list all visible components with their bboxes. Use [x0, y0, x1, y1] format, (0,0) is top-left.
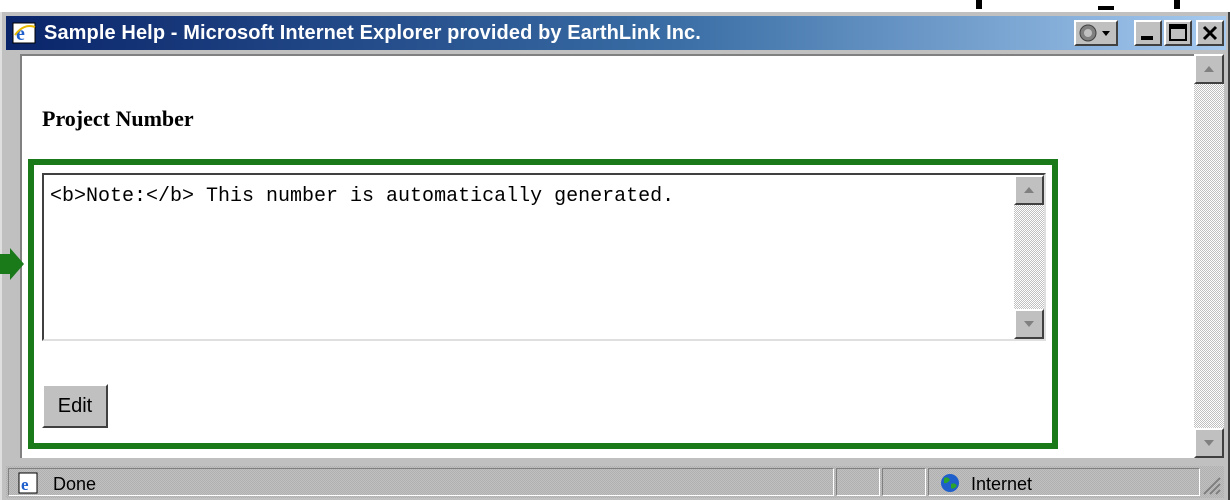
page-scroll-down-button[interactable] [1194, 428, 1224, 458]
textarea-scroll-down-button[interactable] [1014, 309, 1044, 339]
textarea-value: <b>Note:</b> This number is automaticall… [50, 185, 675, 208]
page-scroll-up-button[interactable] [1194, 54, 1224, 84]
browser-window: e Sample Help - Microsoft Internet Explo… [0, 12, 1230, 500]
scroll-down-icon [1024, 321, 1034, 327]
scroll-up-icon [1204, 66, 1214, 72]
textarea-scrollbar[interactable] [1014, 175, 1044, 339]
crop-mark [1098, 6, 1114, 10]
page-content: Project Number <b>Note:</b> This number … [20, 54, 1194, 458]
textarea-scroll-up-button[interactable] [1014, 175, 1044, 205]
title-bar[interactable]: e Sample Help - Microsoft Internet Explo… [6, 16, 1226, 50]
minimize-button[interactable] [1134, 20, 1162, 46]
pointer-arrow-icon [0, 248, 24, 280]
maximize-button[interactable] [1164, 20, 1192, 46]
status-panel-empty [836, 468, 880, 496]
nav-button[interactable] [1074, 20, 1118, 46]
status-panel: e Done [8, 468, 834, 496]
status-text: Done [53, 474, 97, 494]
status-panel-empty [882, 468, 926, 496]
note-textarea[interactable]: <b>Note:</b> This number is automaticall… [42, 173, 1046, 341]
page-heading: Project Number [42, 106, 194, 131]
crop-mark [1174, 0, 1180, 9]
zone-text: Internet [971, 474, 1033, 494]
ie-page-icon: e [18, 472, 38, 494]
nav-globe-icon [1079, 24, 1110, 42]
maximize-icon [1169, 24, 1187, 41]
cropped-background [0, 0, 1230, 12]
crop-mark [976, 0, 982, 9]
scroll-up-icon [1024, 187, 1034, 193]
edit-button[interactable]: Edit [42, 384, 108, 428]
ie-icon: e [12, 22, 36, 45]
minimize-icon [1141, 36, 1153, 40]
resize-grip-icon[interactable] [1200, 474, 1222, 496]
svg-text:e: e [21, 475, 29, 494]
zone-panel: Internet [928, 468, 1200, 496]
close-icon [1202, 25, 1218, 41]
scroll-down-icon [1204, 440, 1214, 446]
status-bar: e Done Internet [6, 466, 1224, 498]
globe-icon [941, 474, 959, 492]
page-scrollbar[interactable] [1194, 54, 1224, 458]
close-button[interactable] [1196, 20, 1224, 46]
window-title: Sample Help - Microsoft Internet Explore… [44, 22, 701, 44]
